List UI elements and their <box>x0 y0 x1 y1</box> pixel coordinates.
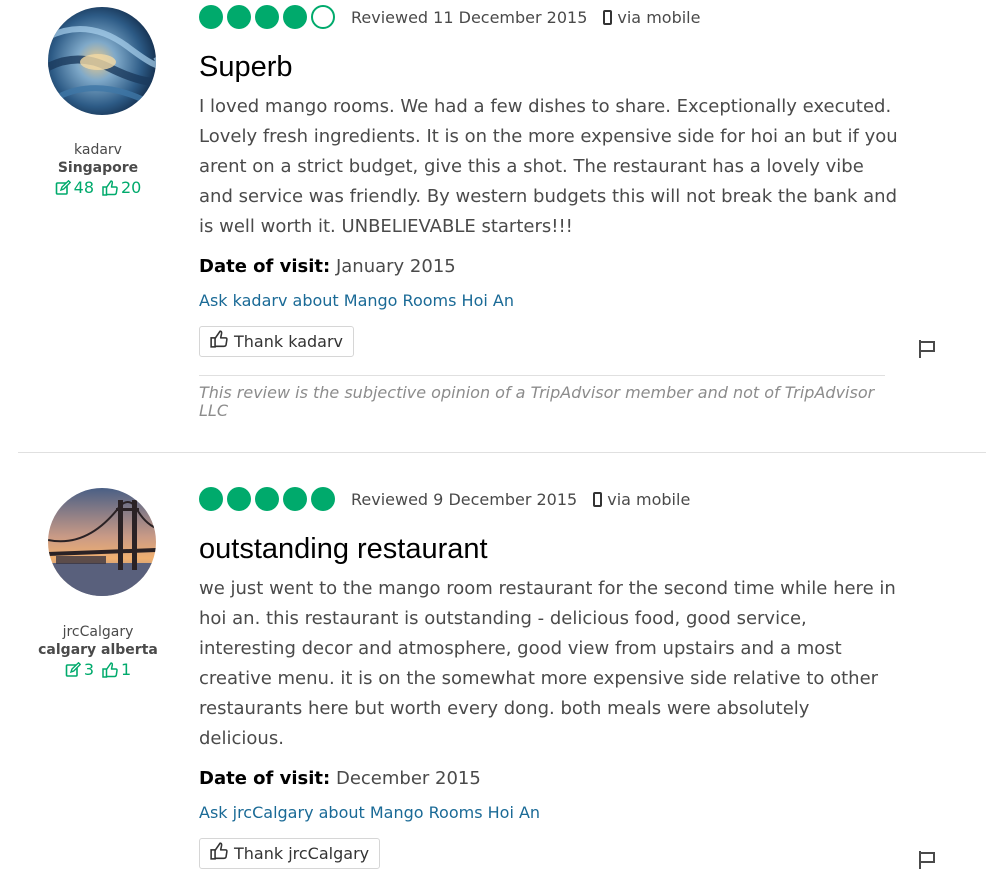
username[interactable]: jrcCalgary <box>18 623 178 641</box>
contributions-count: 48 <box>55 177 94 199</box>
disclaimer-divider <box>199 375 885 376</box>
thank-reviewer-button[interactable]: Thank kadarv <box>199 326 355 357</box>
rating-bubble-filled <box>255 5 279 29</box>
rating-bubble-filled <box>199 5 223 29</box>
ask-reviewer-link[interactable]: Ask jrcCalgary about Mango Rooms Hoi An <box>199 802 899 824</box>
edit-icon <box>65 662 81 678</box>
edit-icon <box>55 180 71 196</box>
date-of-visit: Date of visit: December 2015 <box>199 766 899 792</box>
review-date: Reviewed 11 December 2015 <box>351 7 588 27</box>
mobile-phone-icon <box>603 9 613 25</box>
rating-bubbles <box>199 5 335 29</box>
date-of-visit-value: December 2015 <box>335 768 481 789</box>
member-info: kadarv Singapore 48 20 <box>18 141 178 199</box>
contributions-count: 3 <box>65 659 94 681</box>
review-text: I loved mango rooms. We had a few dishes… <box>199 96 898 237</box>
review-title[interactable]: Superb <box>199 50 899 84</box>
review-card: kadarv Singapore 48 20 Reviewed 11 Decem… <box>0 0 1005 452</box>
date-of-visit-label: Date of visit: <box>199 256 331 277</box>
member-info: jrcCalgary calgary alberta 3 1 <box>18 623 178 681</box>
review-source: via mobile <box>593 490 690 509</box>
thumbs-up-icon <box>210 842 228 865</box>
rating-bubble-filled <box>255 487 279 511</box>
helpful-votes-count: 20 <box>102 177 141 199</box>
flag-icon[interactable] <box>917 850 937 870</box>
rating-bubble-filled <box>227 5 251 29</box>
date-of-visit-value: January 2015 <box>335 256 456 277</box>
helpful-votes-count: 1 <box>102 659 131 681</box>
date-of-visit: Date of visit: January 2015 <box>199 254 899 280</box>
thank-reviewer-button[interactable]: Thank jrcCalgary <box>199 838 381 869</box>
avatar[interactable] <box>48 488 156 596</box>
review-text: we just went to the mango room restauran… <box>199 578 896 749</box>
review-date: Reviewed 9 December 2015 <box>351 489 578 509</box>
rating-bubble-filled <box>199 487 223 511</box>
ask-reviewer-link[interactable]: Ask kadarv about Mango Rooms Hoi An <box>199 290 899 312</box>
avatar[interactable] <box>48 7 156 115</box>
thumbs-up-icon <box>102 662 118 678</box>
review-body: Reviewed 11 December 2015 via mobile Sup… <box>199 4 899 420</box>
flag-icon[interactable] <box>917 339 937 359</box>
member-stats: 48 20 <box>18 177 178 199</box>
member-location: Singapore <box>57 160 139 176</box>
rating-row: Reviewed 11 December 2015 via mobile <box>199 4 899 30</box>
review-source: via mobile <box>603 8 700 27</box>
member-stats: 3 1 <box>18 659 178 681</box>
rating-bubble-empty <box>311 5 335 29</box>
rating-bubble-filled <box>283 5 307 29</box>
thumbs-up-icon <box>210 330 228 353</box>
rating-bubbles <box>199 487 335 511</box>
review-disclaimer: This review is the subjective opinion of… <box>199 383 875 420</box>
review-card: jrcCalgary calgary alberta 3 1 Reviewed … <box>0 453 1005 883</box>
rating-bubble-filled <box>311 487 335 511</box>
thumbs-up-icon <box>102 180 118 196</box>
rating-bubble-filled <box>227 487 251 511</box>
date-of-visit-label: Date of visit: <box>199 768 331 789</box>
review-title[interactable]: outstanding restaurant <box>199 532 899 566</box>
member-location: calgary alberta <box>38 642 158 658</box>
rating-row: Reviewed 9 December 2015 via mobile <box>199 486 899 512</box>
rating-bubble-filled <box>283 487 307 511</box>
username[interactable]: kadarv <box>18 141 178 159</box>
review-body: Reviewed 9 December 2015 via mobile outs… <box>199 486 899 869</box>
mobile-phone-icon <box>593 491 603 507</box>
